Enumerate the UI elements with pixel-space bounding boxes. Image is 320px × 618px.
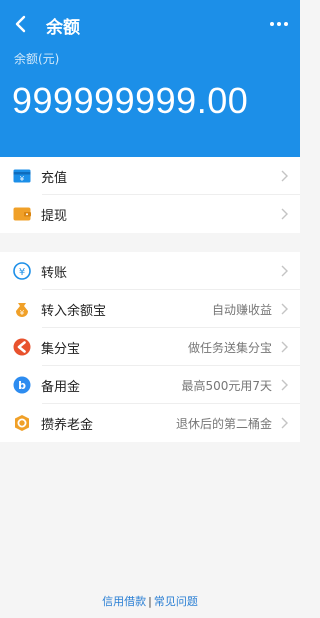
yuebao-hint: 自动赚收益	[211, 302, 272, 317]
yuebao-label: 转入余额宝	[41, 303, 107, 319]
more-dots-icon	[270, 22, 288, 26]
cash-actions-card: ¥ 充值 提现	[0, 157, 300, 233]
services-card: ¥ 转账 ¥ 转入余额宝 自动赚收益 集分宝 做任务送集分宝 b 备用金 最高5…	[0, 252, 300, 442]
balance-amount: 999999999.00	[12, 80, 249, 121]
footer-links: 信用借款 | 常见问题	[0, 593, 300, 609]
pension-row[interactable]: 攒养老金 退休后的第二桶金	[0, 404, 300, 442]
balance-header: 余额 余额(元) 999999999.00	[0, 0, 300, 157]
recharge-row[interactable]: ¥ 充值	[0, 157, 300, 195]
reserve-fund-hint: 最高500元用7天	[181, 378, 272, 393]
more-button[interactable]	[268, 12, 290, 36]
nav-bar: 余额	[0, 10, 300, 38]
transfer-icon: ¥	[13, 262, 31, 280]
page-title: 余额	[46, 18, 80, 38]
yuebao-icon: ¥	[13, 300, 31, 318]
pension-label: 攒养老金	[41, 417, 94, 433]
jifenbao-row[interactable]: 集分宝 做任务送集分宝	[0, 328, 300, 366]
transfer-row[interactable]: ¥ 转账	[0, 252, 300, 290]
jifenbao-icon	[13, 338, 31, 356]
svg-text:b: b	[18, 379, 26, 392]
chevron-right-icon	[281, 417, 288, 429]
withdraw-icon	[13, 205, 31, 223]
back-button[interactable]	[12, 14, 30, 34]
balance-label: 余额(元)	[14, 52, 60, 66]
withdraw-row[interactable]: 提现	[0, 195, 300, 233]
reserve-fund-icon: b	[13, 376, 31, 394]
credit-loan-link[interactable]: 信用借款	[102, 595, 146, 608]
footer-separator: |	[148, 595, 152, 608]
recharge-label: 充值	[41, 170, 68, 186]
svg-text:¥: ¥	[20, 175, 25, 183]
chevron-right-icon	[281, 303, 288, 315]
svg-text:¥: ¥	[19, 267, 25, 278]
chevron-right-icon	[281, 341, 288, 353]
yuebao-row[interactable]: ¥ 转入余额宝 自动赚收益	[0, 290, 300, 328]
jifenbao-hint: 做任务送集分宝	[187, 340, 272, 355]
chevron-right-icon	[281, 265, 288, 277]
reserve-fund-row[interactable]: b 备用金 最高500元用7天	[0, 366, 300, 404]
chevron-right-icon	[281, 379, 288, 391]
pension-icon	[13, 414, 31, 432]
withdraw-label: 提现	[41, 208, 68, 224]
reserve-fund-label: 备用金	[41, 379, 81, 395]
recharge-icon: ¥	[13, 167, 31, 185]
jifenbao-label: 集分宝	[41, 341, 81, 357]
pension-hint: 退休后的第二桶金	[175, 416, 272, 431]
faq-link[interactable]: 常见问题	[154, 595, 198, 608]
back-arrow-icon	[15, 15, 26, 33]
svg-text:¥: ¥	[20, 309, 25, 317]
transfer-label: 转账	[41, 265, 68, 281]
chevron-right-icon	[281, 170, 288, 182]
chevron-right-icon	[281, 208, 288, 220]
